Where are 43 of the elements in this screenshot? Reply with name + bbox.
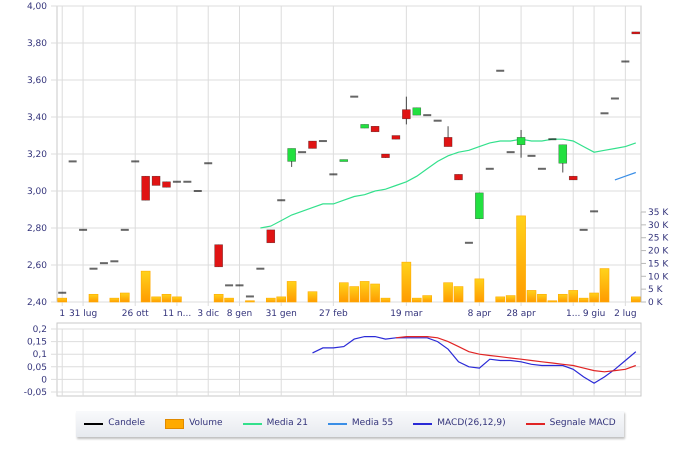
axis-label: 2,80 [26,224,47,234]
axis-label: 2,40 [26,298,47,308]
axis-label: 31 gen [266,309,297,319]
axis-label: 3,60 [26,76,47,86]
axis-label: 0 [41,375,47,386]
legend-label: Media 55 [352,417,394,430]
axis-label: 3 dic [197,309,220,319]
axis-label: 35 K [648,208,668,218]
legend-label: Segnale MACD [550,417,616,430]
axis-label: 30 K [648,220,668,231]
axis-label: 11 n... [162,309,192,319]
axis-label: 8 gen [226,309,252,319]
legend-label: MACD(26,12,9) [437,417,506,430]
axis-label: 4,00 [26,2,47,12]
axis-label: 3,00 [26,187,47,197]
axis-label: 10 K [648,272,668,282]
axis-label: 0,05 [26,362,47,373]
legend-label: Volume [189,417,223,430]
axis-label: 31 lug [68,309,98,319]
axis-label: 0,2 [32,325,47,335]
axis-label: 20 K [648,246,668,257]
axis-label: 0 K [648,298,662,308]
axis-label: 9 giu [582,309,606,319]
axis-label: 5 K [648,285,662,296]
axis-label: 3,20 [26,150,47,160]
axis-label: 2,60 [26,261,47,271]
axis-label: 0,1 [32,350,47,360]
legend-label: Media 21 [266,417,308,430]
axis-label: 2 lug [614,309,637,319]
axis-label: 0,15 [26,338,47,348]
axis-label: 25 K [648,234,668,244]
legend-label: Candele [108,417,146,430]
axis-label: 26 ott [122,309,149,319]
axis-label: 8 apr [468,309,492,319]
axis-label: 3,80 [26,39,47,49]
axis-label: 15 K [648,259,668,270]
axis-label: 1... [566,309,580,319]
axis-label: 1 [59,309,66,319]
axis-label: 3,40 [26,113,47,123]
axis-label: 28 apr [506,309,536,319]
axis-label: -0,05 [24,388,47,398]
axis-label: 19 mar [390,309,422,319]
axis-label: 27 feb [319,309,348,319]
